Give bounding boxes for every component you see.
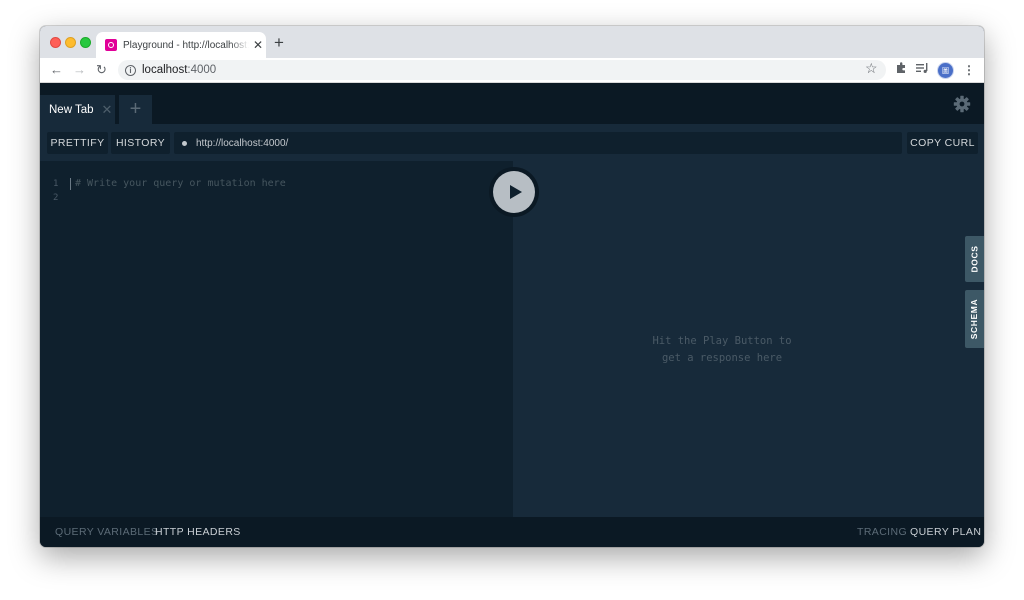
browser-window: Playground - http://localhost:4000/ ✕ + … (40, 26, 984, 547)
endpoint-input[interactable]: http://localhost:4000/ (174, 132, 902, 154)
playground-footer: QUERY VARIABLES HTTP HEADERS TRACING QUE… (40, 517, 984, 547)
result-hint: Hit the Play Button to get a response he… (513, 333, 931, 367)
bookmark-star-icon[interactable]: ☆ (865, 58, 878, 78)
result-hint-line: get a response here (661, 352, 783, 364)
playground-new-tab-button[interactable]: + (119, 95, 152, 124)
graphql-favicon-icon (105, 39, 117, 51)
playground-tab-bar: New Tab ✕ + (40, 83, 984, 124)
schema-side-tab[interactable]: SCHEMA (965, 290, 984, 348)
media-queue-icon[interactable] (916, 61, 929, 79)
endpoint-url: http://localhost:4000/ (196, 137, 289, 149)
url-port: :4000 (187, 64, 217, 76)
docs-label: DOCS (969, 245, 980, 273)
browser-tab-title: Playground - http://localhost:4000/ (123, 39, 249, 51)
minimize-window-button[interactable] (65, 37, 76, 48)
line-number: 1 (53, 179, 59, 189)
forward-arrow-icon[interactable]: → (73, 61, 86, 79)
playground-tab[interactable]: New Tab ✕ (40, 95, 115, 124)
copy-curl-button[interactable]: COPY CURL (907, 132, 978, 154)
query-editor[interactable]: 1 2 # Write your query or mutation here (40, 161, 513, 517)
site-info-icon[interactable]: i (125, 64, 136, 76)
play-button[interactable] (493, 171, 535, 213)
prettify-button[interactable]: PRETTIFY (47, 132, 108, 154)
connection-status-dot (182, 140, 187, 146)
playground-action-bar: PRETTIFY HISTORY http://localhost:4000/ … (40, 124, 984, 161)
close-window-button[interactable] (50, 37, 61, 48)
result-pane: Hit the Play Button to get a response he… (513, 161, 984, 517)
query-variables-tab[interactable]: QUERY VARIABLES (55, 526, 158, 538)
address-bar[interactable]: i localhost:4000 (118, 60, 886, 80)
docs-side-tab[interactable]: DOCS (965, 236, 984, 282)
play-icon (509, 185, 522, 199)
result-hint-line: Hit the Play Button to (652, 335, 792, 347)
editor-placeholder: # Write your query or mutation here (75, 178, 286, 189)
query-plan-tab[interactable]: QUERY PLAN (910, 526, 981, 538)
tracing-tab[interactable]: TRACING (857, 526, 907, 538)
settings-gear-icon[interactable] (952, 94, 972, 114)
browser-toolbar: ← → ↻ i localhost:4000 ☆ 圖 ⋮ (40, 58, 984, 83)
text-cursor (70, 178, 71, 190)
extensions-puzzle-icon[interactable] (895, 61, 907, 79)
line-number-gutter: 1 2 (53, 177, 58, 205)
new-browser-tab-button[interactable]: + (274, 34, 284, 51)
browser-tab-strip: Playground - http://localhost:4000/ ✕ + (40, 26, 984, 58)
schema-label: SCHEMA (969, 298, 980, 340)
more-menu-icon[interactable]: ⋮ (963, 61, 975, 79)
reload-icon[interactable]: ↻ (96, 61, 107, 79)
browser-tab-close-icon[interactable]: ✕ (253, 39, 263, 51)
line-number: 2 (53, 193, 59, 203)
browser-tab[interactable]: Playground - http://localhost:4000/ ✕ (96, 32, 266, 58)
back-arrow-icon[interactable]: ← (50, 61, 63, 79)
url-host: localhost (142, 64, 188, 76)
http-headers-tab[interactable]: HTTP HEADERS (155, 526, 241, 538)
playground-tab-title: New Tab (49, 103, 94, 116)
maximize-window-button[interactable] (80, 37, 91, 48)
playground-tab-close-icon[interactable]: ✕ (102, 103, 113, 116)
history-button[interactable]: HISTORY (111, 132, 170, 154)
play-button-ring (489, 167, 539, 217)
profile-avatar[interactable]: 圖 (937, 62, 954, 79)
